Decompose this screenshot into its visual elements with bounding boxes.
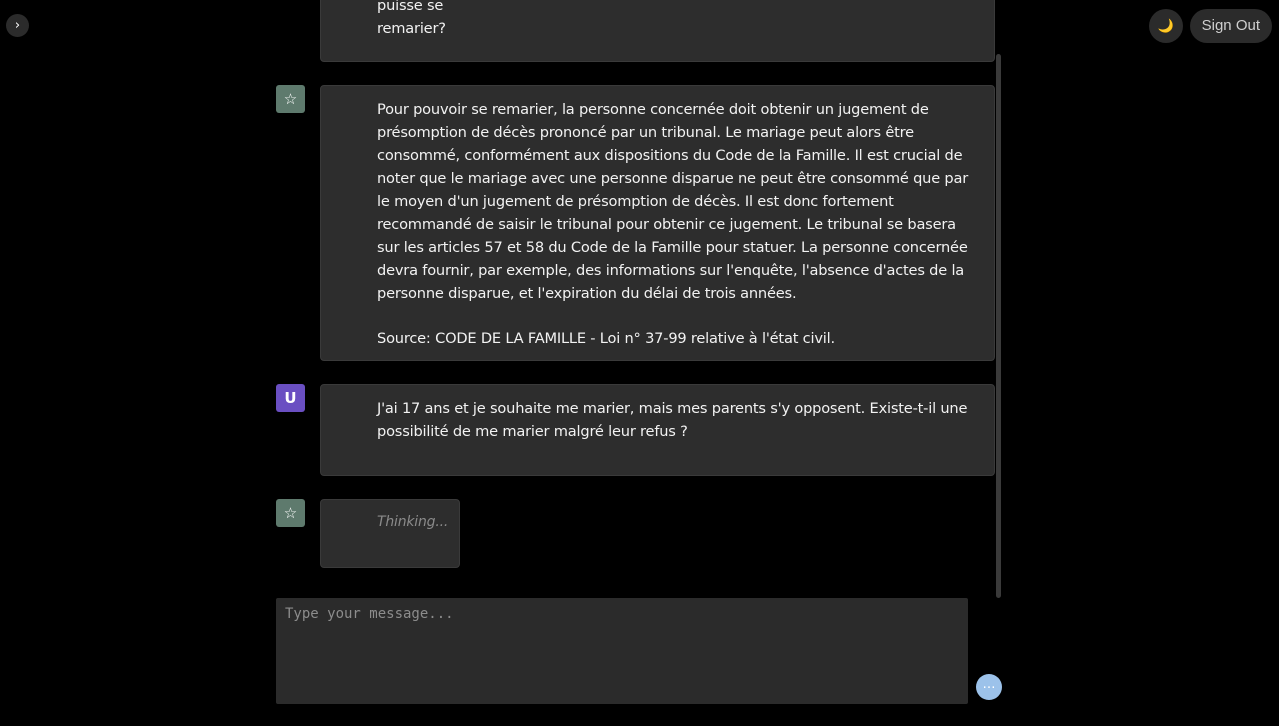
message-bubble: Thinking... bbox=[320, 499, 460, 568]
star-icon: ☆ bbox=[283, 504, 298, 522]
send-button[interactable]: … bbox=[976, 674, 1002, 700]
moon-icon: 🌙 bbox=[1157, 18, 1174, 34]
chat-page: › 🌙 Sign Out Quelles sont les conditions… bbox=[0, 0, 1279, 726]
chat-scrollbar[interactable] bbox=[996, 54, 1001, 598]
theme-toggle-button[interactable]: 🌙 bbox=[1148, 9, 1183, 43]
message-bubble: Quelles sont les conditions pour qu'une … bbox=[320, 0, 995, 62]
message-source: Source: CODE DE LA FAMILLE - Loi n° 37-9… bbox=[377, 330, 835, 347]
chevron-right-icon: › bbox=[14, 18, 21, 33]
message-bubble: J'ai 17 ans et je souhaite me marier, ma… bbox=[320, 384, 995, 476]
user-avatar: U bbox=[276, 384, 305, 412]
assistant-avatar: ☆ bbox=[276, 85, 305, 113]
message-composer bbox=[276, 598, 968, 704]
sign-out-button[interactable]: Sign Out bbox=[1189, 9, 1272, 43]
thinking-indicator: Thinking... bbox=[377, 514, 449, 530]
message-input[interactable] bbox=[285, 606, 959, 696]
assistant-avatar: ☆ bbox=[276, 499, 305, 527]
ellipsis-icon: … bbox=[982, 677, 996, 692]
message-bubble: Pour pouvoir se remarier, la personne co… bbox=[320, 85, 995, 361]
message-text: J'ai 17 ans et je souhaite me marier, ma… bbox=[377, 400, 968, 440]
sidebar-toggle-button[interactable]: › bbox=[6, 14, 29, 37]
user-avatar-label: U bbox=[284, 389, 297, 407]
header-actions: 🌙 Sign Out bbox=[1148, 9, 1272, 43]
message-text-line: remarier? bbox=[377, 20, 446, 37]
star-icon: ☆ bbox=[283, 90, 298, 108]
message-text-line: Quelles sont les conditions pour qu'une … bbox=[377, 0, 444, 14]
message-text: Pour pouvoir se remarier, la personne co… bbox=[377, 101, 969, 302]
chat-messages: Quelles sont les conditions pour qu'une … bbox=[276, 0, 995, 590]
